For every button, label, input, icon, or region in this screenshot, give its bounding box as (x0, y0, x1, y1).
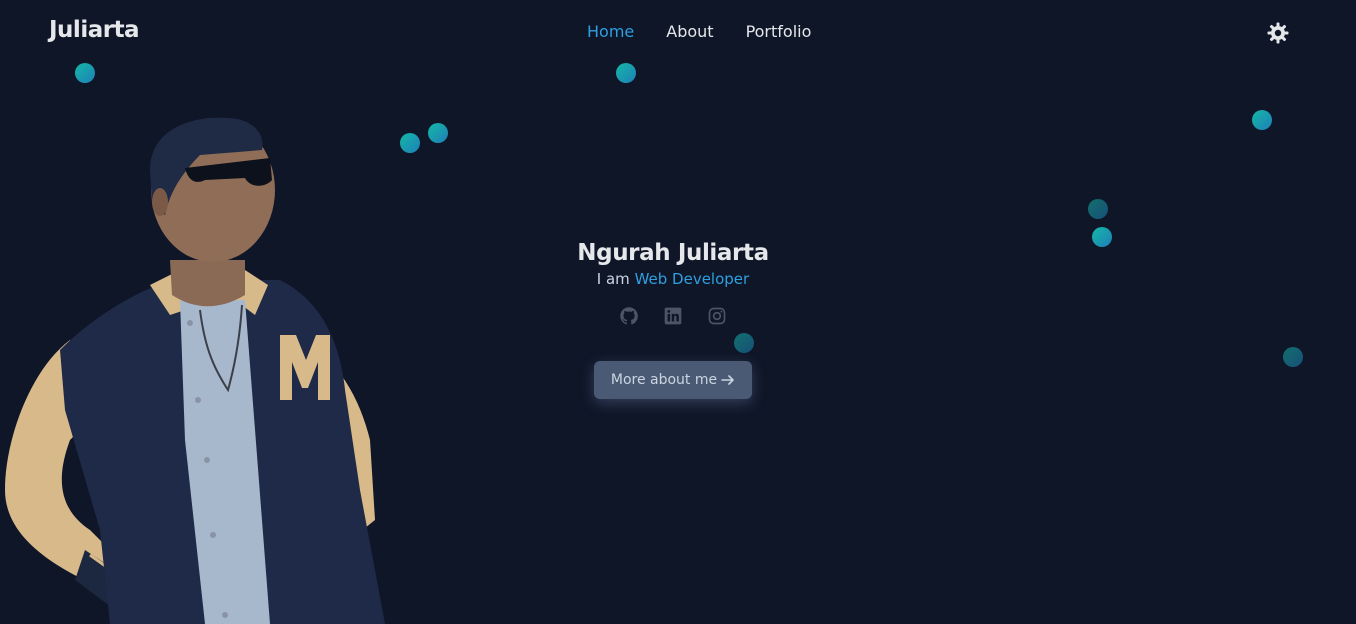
theme-toggle-button[interactable] (1266, 21, 1290, 45)
decor-dot (1252, 110, 1272, 130)
navbar: Juliarta Home About Portfolio (0, 0, 1356, 66)
decor-dot (1283, 347, 1303, 367)
hero-name: Ngurah Juliarta (577, 240, 769, 266)
hero-subtitle: I am Web Developer (572, 270, 774, 288)
hero-prefix: I am (596, 270, 630, 288)
decor-dot (616, 63, 636, 83)
gear-sun-icon (1267, 22, 1289, 44)
decor-dot (734, 333, 754, 353)
instagram-icon[interactable] (707, 306, 727, 326)
nav-link-portfolio[interactable]: Portfolio (746, 22, 812, 41)
nav-link-about[interactable]: About (666, 22, 713, 41)
decor-dot (428, 123, 448, 143)
hero-role: Web Developer (634, 270, 750, 288)
nav-links: Home About Portfolio (587, 22, 811, 41)
arrow-right-icon (721, 375, 734, 385)
linkedin-icon[interactable] (663, 306, 683, 326)
decor-dot (1088, 199, 1108, 219)
nav-link-home[interactable]: Home (587, 22, 634, 41)
social-links (572, 306, 774, 326)
cta-label: More about me (610, 372, 718, 388)
decor-dot (400, 133, 420, 153)
hero-portrait-image (5, 117, 385, 624)
decor-dot (1092, 227, 1112, 247)
hero-section: Ngurah Juliarta I am Web Developer (572, 240, 774, 326)
brand-logo[interactable]: Juliarta (49, 17, 140, 43)
more-about-me-button[interactable]: More about me (594, 361, 752, 399)
decor-dot (75, 63, 95, 83)
github-icon[interactable] (619, 306, 639, 326)
